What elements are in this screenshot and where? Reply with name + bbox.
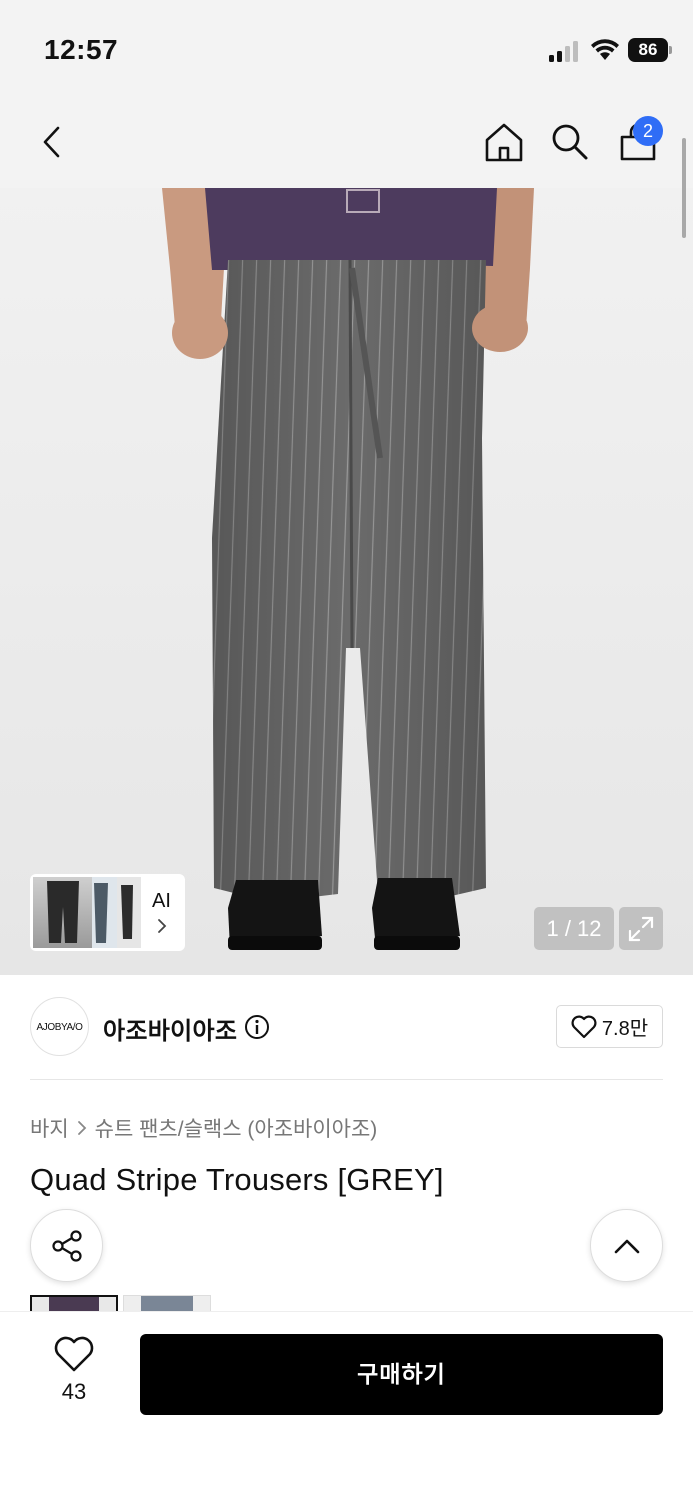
product-title: Quad Stripe Trousers [GREY] — [30, 1162, 444, 1197]
cellular-signal-icon — [549, 40, 581, 62]
brand-logo[interactable]: AJOBYA/O — [30, 997, 89, 1056]
ai-similar-items-button[interactable]: AI — [30, 874, 185, 951]
expand-image-button[interactable] — [619, 907, 663, 950]
status-time: 12:57 — [44, 34, 119, 65]
ai-thumbnail-2 — [92, 877, 118, 948]
back-button[interactable] — [28, 118, 76, 166]
chevron-right-icon — [158, 919, 167, 933]
image-counter: 1 / 12 — [534, 907, 614, 950]
ai-thumbnail-1 — [33, 877, 93, 948]
brand-name[interactable]: 아조바이아조 — [103, 1011, 237, 1046]
search-icon — [552, 124, 588, 160]
info-icon[interactable] — [244, 1014, 270, 1040]
wishlist-count: 43 — [61, 1379, 87, 1404]
ai-thumbnail-3 — [117, 877, 141, 948]
brand-like-button[interactable]: 7.8만 — [556, 1005, 663, 1048]
wifi-icon — [591, 39, 619, 60]
back-icon — [43, 126, 60, 158]
home-icon — [485, 123, 523, 162]
share-button[interactable] — [30, 1209, 103, 1282]
product-photo — [162, 188, 534, 950]
status-bar: 12:57 86 — [0, 0, 693, 96]
heart-icon — [54, 1336, 94, 1372]
chevron-right-icon — [77, 1121, 86, 1135]
top-navigation — [0, 96, 693, 188]
cart-count-badge: 2 — [633, 116, 663, 146]
buy-button[interactable]: 구매하기 — [140, 1334, 663, 1415]
breadcrumb: 바지 슈트 팬츠/슬랙스 (아조바이아조) — [30, 1113, 377, 1143]
share-icon — [51, 1229, 82, 1262]
product-image-gallery[interactable] — [0, 188, 693, 975]
wishlist-button[interactable]: 43 — [44, 1336, 104, 1416]
chevron-up-icon — [614, 1239, 639, 1253]
scroll-to-top-button[interactable] — [590, 1209, 663, 1282]
heart-icon — [571, 1015, 597, 1038]
expand-icon — [628, 916, 654, 941]
ai-label: AI — [152, 890, 171, 912]
brand-like-count: 7.8만 — [601, 1018, 649, 1040]
home-button[interactable] — [480, 118, 528, 166]
battery-indicator: 86 — [628, 38, 672, 62]
section-divider — [30, 1079, 663, 1080]
breadcrumb-item-category[interactable]: 바지 — [30, 1113, 69, 1143]
page-scroll-indicator — [682, 138, 686, 238]
search-button[interactable] — [546, 118, 594, 166]
breadcrumb-item-subcategory[interactable]: 슈트 팬츠/슬랙스 (아조바이아조) — [95, 1113, 378, 1143]
